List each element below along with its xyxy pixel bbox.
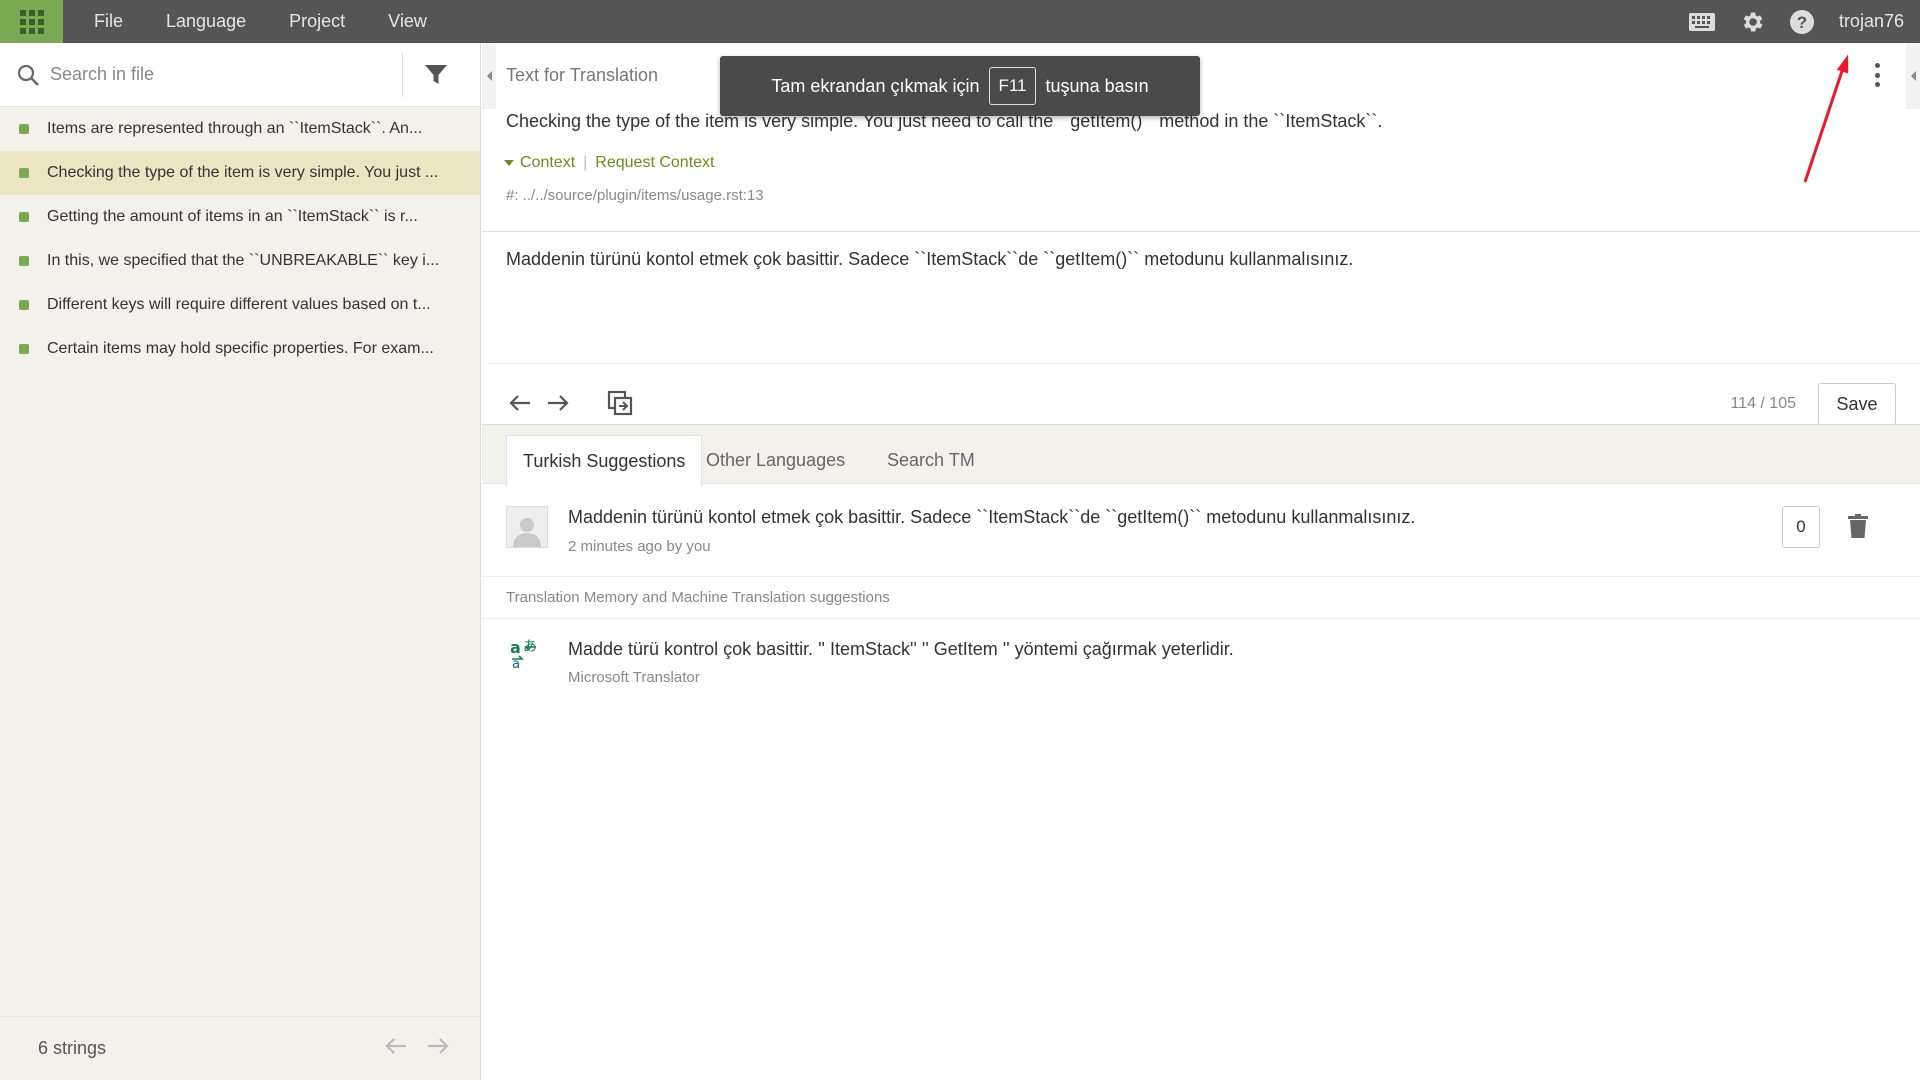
search-input[interactable] bbox=[50, 64, 390, 85]
search-icon bbox=[17, 64, 39, 86]
menu-language[interactable]: Language bbox=[166, 11, 246, 32]
list-item[interactable]: In this, we specified that the ``UNBREAK… bbox=[0, 239, 480, 283]
menu-project[interactable]: Project bbox=[289, 11, 345, 32]
string-text: In this, we specified that the ``UNBREAK… bbox=[47, 252, 440, 269]
main-menu: File Language Project View bbox=[94, 11, 470, 32]
caret-down-icon bbox=[504, 160, 514, 166]
string-list: Items are represented through an ``ItemS… bbox=[0, 107, 480, 371]
vote-count-button[interactable]: 0 bbox=[1782, 506, 1820, 548]
save-button[interactable]: Save bbox=[1818, 383, 1896, 425]
keyboard-icon[interactable] bbox=[1688, 9, 1715, 35]
status-dot bbox=[19, 212, 29, 222]
prev-page-icon[interactable] bbox=[384, 1036, 408, 1061]
suggestion-row: Maddenin türünü kontol etmek çok basitti… bbox=[482, 484, 1920, 577]
top-bar: File Language Project View ? trojan76 bbox=[0, 0, 1920, 43]
menu-view[interactable]: View bbox=[388, 11, 427, 32]
source-title: Text for Translation bbox=[506, 65, 659, 85]
apps-menu-button[interactable] bbox=[0, 0, 63, 43]
divider bbox=[482, 231, 1920, 232]
avatar bbox=[506, 506, 548, 548]
toast-text-before: Tam ekrandan çıkmak için bbox=[771, 75, 980, 96]
string-text: Checking the type of the item is very si… bbox=[47, 164, 439, 181]
context-separator: | bbox=[583, 154, 588, 171]
status-dot bbox=[19, 256, 29, 266]
filter-button[interactable] bbox=[403, 43, 469, 107]
context-toggle[interactable]: Context bbox=[520, 154, 575, 172]
copy-icon bbox=[607, 390, 633, 416]
divider bbox=[488, 363, 1920, 364]
tab-turkish-suggestions[interactable]: Turkish Suggestions bbox=[506, 435, 703, 486]
status-dot bbox=[19, 300, 29, 310]
source-location: #: ../../source/plugin/items/usage.rst:1… bbox=[506, 187, 764, 204]
string-text: Different keys will require different va… bbox=[47, 296, 431, 313]
context-row: Context | Request Context bbox=[504, 154, 714, 172]
tab-search-tm[interactable]: Search TM bbox=[871, 435, 991, 485]
fullscreen-toast: Tam ekrandan çıkmak için F11 tuşuna bası… bbox=[720, 56, 1200, 116]
svg-text:a: a bbox=[512, 657, 520, 669]
string-text: Getting the amount of items in an ``Item… bbox=[47, 208, 418, 225]
apps-grid-icon bbox=[19, 9, 44, 34]
string-text: Items are represented through an ``ItemS… bbox=[47, 120, 423, 137]
machine-translation-source: Microsoft Translator bbox=[568, 669, 700, 686]
annotation-arrow-icon bbox=[1803, 54, 1849, 183]
trash-icon[interactable] bbox=[1848, 514, 1868, 538]
search-bar bbox=[0, 43, 480, 107]
toast-key: F11 bbox=[989, 67, 1036, 105]
request-context-link[interactable]: Request Context bbox=[595, 154, 714, 172]
list-item[interactable]: Checking the type of the item is very si… bbox=[0, 151, 480, 195]
footer-nav bbox=[366, 1036, 450, 1061]
suggestion-meta: 2 minutes ago by you bbox=[568, 538, 711, 555]
svg-text:a: a bbox=[510, 638, 521, 657]
translation-input[interactable]: Maddenin türünü kontol etmek çok basitti… bbox=[506, 249, 1886, 349]
machine-translation-text[interactable]: Madde türü kontrol çok basittir. '' Item… bbox=[568, 639, 1234, 660]
status-dot bbox=[19, 168, 29, 178]
string-text: Certain items may hold specific properti… bbox=[47, 340, 434, 357]
list-item[interactable]: Getting the amount of items in an ``Item… bbox=[0, 195, 480, 239]
more-options-icon[interactable] bbox=[1874, 63, 1880, 87]
string-list-panel: Items are represented through an ``ItemS… bbox=[0, 43, 481, 1080]
username[interactable]: trojan76 bbox=[1839, 11, 1904, 32]
arrow-left-icon bbox=[509, 395, 530, 411]
status-dot bbox=[19, 344, 29, 354]
help-icon[interactable]: ? bbox=[1789, 9, 1815, 35]
status-dot bbox=[19, 124, 29, 134]
list-footer: 6 strings bbox=[0, 1016, 480, 1080]
gear-icon[interactable] bbox=[1739, 9, 1765, 35]
suggestion-tabs: Turkish Suggestions Other Languages Sear… bbox=[482, 424, 1920, 486]
editor-panel: Text for Translation Checking the type o… bbox=[482, 43, 1920, 1080]
next-page-icon[interactable] bbox=[426, 1036, 450, 1061]
suggestions-panel: Turkish Suggestions Other Languages Sear… bbox=[482, 424, 1920, 1080]
next-string-button[interactable] bbox=[544, 389, 572, 417]
toast-text-after: tuşuna basın bbox=[1045, 75, 1149, 96]
list-item[interactable]: Different keys will require different va… bbox=[0, 283, 480, 327]
previous-string-button[interactable] bbox=[506, 389, 534, 417]
filter-icon bbox=[425, 64, 447, 84]
tab-other-languages[interactable]: Other Languages bbox=[690, 435, 861, 485]
list-item[interactable]: Items are represented through an ``ItemS… bbox=[0, 107, 480, 151]
copy-source-button[interactable] bbox=[606, 389, 634, 417]
svg-text:?: ? bbox=[1797, 13, 1807, 32]
menu-file[interactable]: File bbox=[94, 11, 123, 32]
top-right-tools: ? trojan76 bbox=[1665, 0, 1904, 43]
arrow-right-icon bbox=[548, 395, 569, 411]
list-item[interactable]: Certain items may hold specific properti… bbox=[0, 327, 480, 371]
suggestion-text[interactable]: Maddenin türünü kontol etmek çok basitti… bbox=[568, 507, 1415, 528]
machine-translation-row: a あ a Madde türü kontrol çok basittir. '… bbox=[482, 619, 1920, 699]
tm-section-header: Translation Memory and Machine Translati… bbox=[482, 577, 1920, 619]
string-count: 6 strings bbox=[38, 1038, 107, 1058]
char-counter: 114 / 105 bbox=[1730, 395, 1796, 412]
translator-icon: a あ a bbox=[510, 638, 537, 669]
